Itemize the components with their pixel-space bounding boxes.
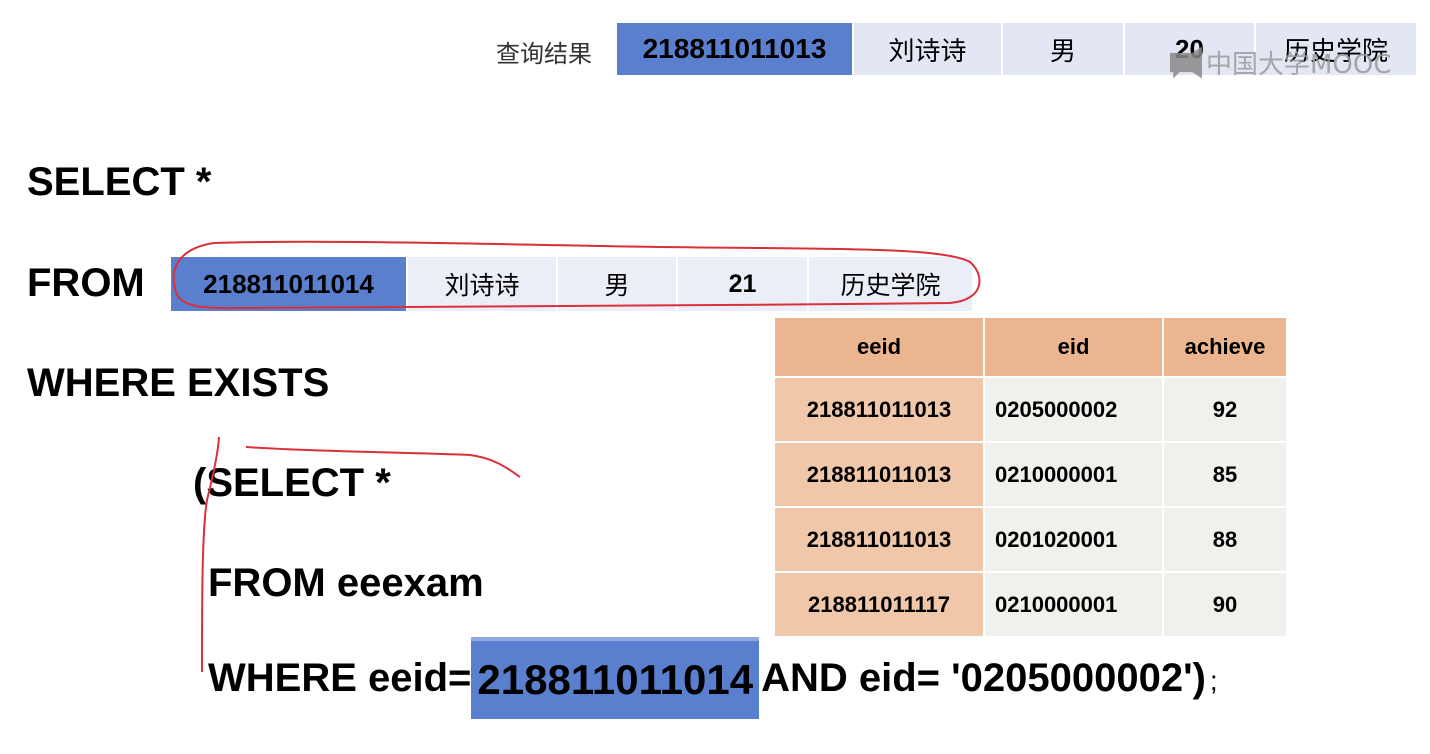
cell-eid: 0210000001 xyxy=(983,441,1164,508)
result-cell-name: 刘诗诗 xyxy=(854,23,1003,75)
sql-where-exists: WHERE EXISTS xyxy=(27,361,330,405)
cell-eid: 0201020001 xyxy=(983,506,1164,573)
sql-where-prefix: WHERE eeid= xyxy=(208,655,472,700)
sql-where-value-highlight: 218811011014 xyxy=(471,637,760,719)
result-cell-id: 218811011013 xyxy=(617,23,854,75)
from-row: 218811011014 刘诗诗 男 21 历史学院 xyxy=(171,257,974,311)
from-cell-age: 21 xyxy=(678,257,809,311)
result-label: 查询结果 xyxy=(496,40,592,68)
sql-from: FROM xyxy=(27,261,145,305)
sql-semicolon: ; xyxy=(1209,665,1218,696)
watermark-text: 中国大学MOOC xyxy=(1206,50,1392,80)
cell-eeid: 218811011117 xyxy=(773,571,985,638)
video-camera-icon xyxy=(1170,46,1202,79)
table-row: 218811011013 0210000001 85 xyxy=(773,441,1288,508)
sql-sub-where: WHERE eeid= 218811011014 AND eid= '02050… xyxy=(208,637,1218,719)
header-eid: eid xyxy=(983,316,1164,378)
table-row: 218811011013 0205000002 92 xyxy=(773,376,1288,443)
cell-eid: 0210000001 xyxy=(983,571,1164,638)
cell-achieve: 88 xyxy=(1162,506,1288,573)
from-cell-name: 刘诗诗 xyxy=(408,257,558,311)
from-cell-id: 218811011014 xyxy=(171,257,408,311)
cell-eeid: 218811011013 xyxy=(773,506,985,573)
mooc-watermark: 中国大学MOOC xyxy=(1170,44,1392,81)
header-eeid: eeid xyxy=(773,316,985,378)
cell-achieve: 85 xyxy=(1162,441,1288,508)
table-header-row: eeid eid achieve xyxy=(773,316,1288,378)
result-cell-sex: 男 xyxy=(1003,23,1125,75)
sql-sub-select: (SELECT * xyxy=(193,461,391,505)
cell-achieve: 92 xyxy=(1162,376,1288,443)
sql-select: SELECT * xyxy=(27,160,212,204)
from-cell-sex: 男 xyxy=(558,257,678,311)
table-row: 218811011013 0201020001 88 xyxy=(773,506,1288,573)
header-achieve: achieve xyxy=(1162,316,1288,378)
from-cell-dept: 历史学院 xyxy=(809,257,974,311)
cell-achieve: 90 xyxy=(1162,571,1288,638)
exam-table: eeid eid achieve 218811011013 0205000002… xyxy=(773,316,1288,638)
sql-sub-from: FROM eeexam xyxy=(208,561,484,605)
table-row: 218811011117 0210000001 90 xyxy=(773,571,1288,638)
cell-eeid: 218811011013 xyxy=(773,441,985,508)
cell-eeid: 218811011013 xyxy=(773,376,985,443)
sql-where-suffix: AND eid= '0205000002') xyxy=(761,655,1206,700)
cell-eid: 0205000002 xyxy=(983,376,1164,443)
